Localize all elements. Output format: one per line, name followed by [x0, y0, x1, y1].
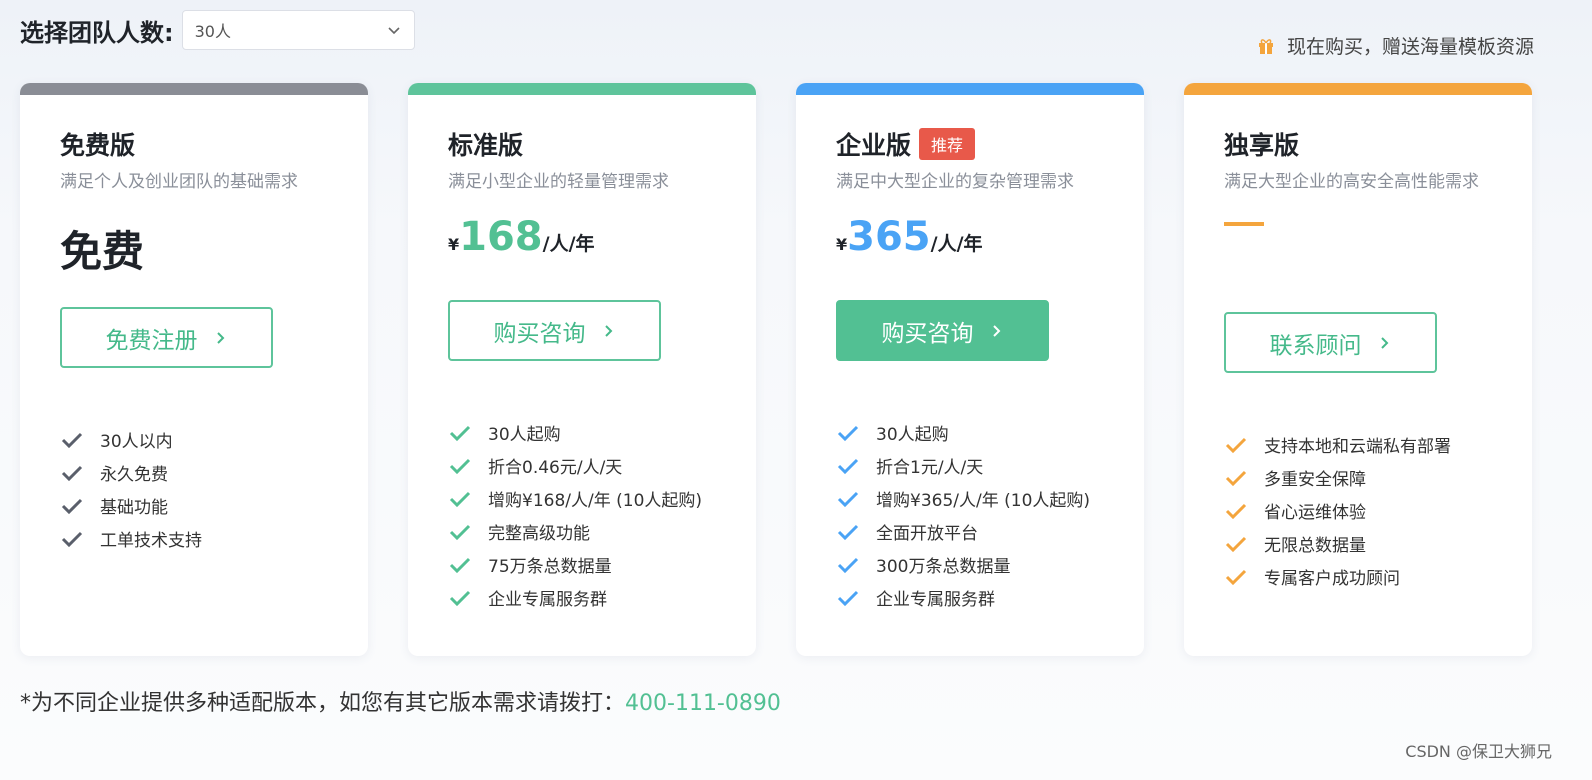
- plan-card-standard: 标准版 满足小型企业的轻量管理需求 ¥ 168 /人/年 购买咨询 30人起购 …: [408, 83, 756, 656]
- check-icon: [837, 491, 859, 507]
- feature-item: 300万条总数据量: [836, 548, 1144, 581]
- feature-item: 30人以内: [60, 423, 368, 456]
- check-icon: [1225, 503, 1247, 519]
- chevron-down-icon: [388, 27, 400, 35]
- check-icon: [837, 425, 859, 441]
- price-dash: [1224, 222, 1264, 226]
- promo-text: 现在购买，赠送海量模板资源: [1286, 36, 1534, 58]
- plan-desc: 满足个人及创业团队的基础需求: [60, 172, 298, 192]
- feature-item: 企业专属服务群: [836, 581, 1144, 614]
- chevron-right-icon: [1380, 336, 1388, 349]
- gift-icon: [1258, 38, 1273, 54]
- team-size-label: 选择团队人数:: [20, 18, 174, 47]
- footnote-text: *为不同企业提供多种适配版本，如您有其它版本需求请拨打：: [20, 691, 626, 716]
- plan-desc: 满足大型企业的高安全高性能需求: [1224, 172, 1479, 192]
- plan-card-free: 免费版 满足个人及创业团队的基础需求 免费 免费注册 30人以内 永久免费 基础…: [20, 83, 368, 656]
- check-icon: [837, 458, 859, 474]
- check-icon: [61, 432, 83, 448]
- team-size-select[interactable]: 30人: [181, 10, 415, 50]
- feature-item: 折合1元/人/天: [836, 449, 1144, 482]
- plan-name-text: 企业版: [836, 131, 912, 160]
- feature-list: 30人起购 折合1元/人/天 增购¥365/人/年 (10人起购) 全面开放平台…: [836, 416, 1144, 614]
- card-topline: [20, 83, 368, 95]
- check-icon: [1225, 569, 1247, 585]
- feature-list: 30人起购 折合0.46元/人/天 增购¥168/人/年 (10人起购) 完整高…: [448, 416, 756, 614]
- watermark: CSDN @保卫大狮兄: [1405, 742, 1552, 761]
- feature-item: 专属客户成功顾问: [1224, 560, 1532, 593]
- chevron-right-icon: [216, 331, 224, 344]
- card-topline: [796, 83, 1144, 95]
- chevron-right-icon: [992, 324, 1000, 337]
- feature-item: 折合0.46元/人/天: [448, 449, 756, 482]
- feature-item: 支持本地和云端私有部署: [1224, 428, 1532, 461]
- feature-item: 省心运维体验: [1224, 494, 1532, 527]
- team-size-bar: 选择团队人数: 30人: [20, 10, 415, 50]
- check-icon: [449, 491, 471, 507]
- plan-price: 免费: [60, 227, 145, 276]
- feature-item: 30人起购: [448, 416, 756, 449]
- card-topline: [1184, 83, 1532, 95]
- button-label: 联系顾问: [1269, 332, 1362, 359]
- price-amount: 365: [847, 214, 931, 260]
- button-label: 免费注册: [105, 327, 198, 354]
- feature-list: 支持本地和云端私有部署 多重安全保障 省心运维体验 无限总数据量 专属客户成功顾…: [1224, 428, 1532, 593]
- plan-name: 企业版 推荐: [836, 127, 1144, 161]
- check-icon: [449, 524, 471, 540]
- check-icon: [449, 557, 471, 573]
- check-icon: [837, 590, 859, 606]
- feature-item: 基础功能: [60, 489, 368, 522]
- feature-list: 30人以内 永久免费 基础功能 工单技术支持: [60, 423, 368, 555]
- plan-card-enterprise: 企业版 推荐 满足中大型企业的复杂管理需求 ¥ 365 /人/年 购买咨询 30…: [796, 83, 1144, 656]
- button-label: 购买咨询: [881, 320, 974, 347]
- feature-item: 多重安全保障: [1224, 461, 1532, 494]
- feature-item: 企业专属服务群: [448, 581, 756, 614]
- check-icon: [1225, 470, 1247, 486]
- chevron-right-icon: [604, 324, 612, 337]
- check-icon: [449, 458, 471, 474]
- feature-item: 75万条总数据量: [448, 548, 756, 581]
- check-icon: [837, 557, 859, 573]
- feature-item: 全面开放平台: [836, 515, 1144, 548]
- recommended-badge: 推荐: [919, 128, 976, 160]
- promo-banner: 现在购买，赠送海量模板资源: [1257, 32, 1534, 59]
- price-unit: /人/年: [930, 233, 983, 255]
- plan-name: 独享版: [1224, 131, 1300, 160]
- check-icon: [1225, 536, 1247, 552]
- feature-item: 完整高级功能: [448, 515, 756, 548]
- plan-card-exclusive: 独享版 满足大型企业的高安全高性能需求 联系顾问 支持本地和云端私有部署 多重安…: [1184, 83, 1532, 656]
- plan-desc: 满足中大型企业的复杂管理需求: [836, 172, 1074, 192]
- feature-item: 增购¥365/人/年 (10人起购): [836, 482, 1144, 515]
- currency-symbol: ¥: [836, 235, 848, 254]
- check-icon: [837, 524, 859, 540]
- button-label: 购买咨询: [493, 320, 586, 347]
- plan-price: ¥ 168 /人/年: [448, 210, 756, 260]
- check-icon: [61, 531, 83, 547]
- check-icon: [1225, 437, 1247, 453]
- plan-name: 免费版: [60, 131, 136, 160]
- check-icon: [449, 425, 471, 441]
- team-size-value: 30人: [194, 22, 231, 41]
- free-register-button[interactable]: 免费注册: [60, 307, 273, 368]
- feature-item: 30人起购: [836, 416, 1144, 449]
- feature-item: 工单技术支持: [60, 522, 368, 555]
- check-icon: [61, 498, 83, 514]
- check-icon: [449, 590, 471, 606]
- phone-link[interactable]: 400-111-0890: [625, 691, 781, 716]
- pricing-cards: 免费版 满足个人及创业团队的基础需求 免费 免费注册 30人以内 永久免费 基础…: [20, 83, 1532, 656]
- plan-desc: 满足小型企业的轻量管理需求: [448, 172, 669, 192]
- plan-name: 标准版: [448, 131, 524, 160]
- feature-item: 增购¥168/人/年 (10人起购): [448, 482, 756, 515]
- feature-item: 永久免费: [60, 456, 368, 489]
- plan-price: ¥ 365 /人/年: [836, 210, 1144, 260]
- footnote: *为不同企业提供多种适配版本，如您有其它版本需求请拨打：400-111-0890: [20, 685, 781, 717]
- currency-symbol: ¥: [448, 235, 460, 254]
- check-icon: [61, 465, 83, 481]
- price-unit: /人/年: [542, 233, 595, 255]
- price-amount: 168: [459, 214, 543, 260]
- feature-item: 无限总数据量: [1224, 527, 1532, 560]
- card-topline: [408, 83, 756, 95]
